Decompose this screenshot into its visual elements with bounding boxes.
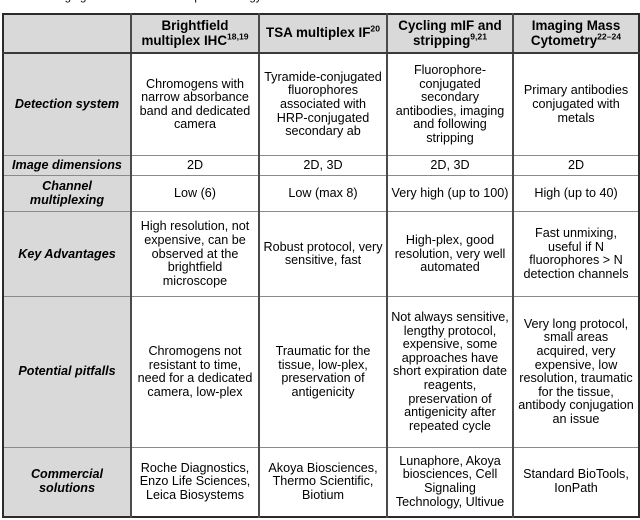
page-root: Table 1. Imaging-based methods for spati… (0, 0, 640, 520)
row-label-image-dimensions: Image dimensions (2, 155, 132, 176)
cell-key-advantages-tsa: Robust protocol, very sensitive, fast (258, 211, 388, 298)
cell-commercial-solutions-cycling-mif: Lunaphore, Akoya biosciences, Cell Signa… (386, 446, 514, 518)
column-header-brightfield-multiplex-ihc: Brightfield multiplex IHC18,19 (130, 13, 260, 55)
cell-commercial-solutions-tsa: Akoya Biosciences, Thermo Scientific, Bi… (258, 446, 388, 518)
column-header-label: TSA multiplex IF (266, 25, 371, 41)
cell-detection-system-tsa: Tyramide-conjugated fluorophores associa… (258, 52, 388, 157)
row-label-commercial-solutions: Commercial solutions (2, 446, 132, 518)
table-row-key-advantages: Key Advantages High resolution, not expe… (2, 211, 640, 298)
row-label-channel-multiplexing: Channel multiplexing (2, 174, 132, 213)
row-label-potential-pitfalls: Potential pitfalls (2, 296, 132, 448)
cell-channel-multiplexing-brightfield: Low (6) (130, 174, 260, 213)
cell-potential-pitfalls-cycling-mif: Not always sensitive, lengthy protocol, … (386, 296, 514, 448)
figure-caption: Table 1. Imaging-based methods for spati… (0, 0, 640, 4)
column-header-rowlabel (2, 13, 132, 55)
cell-key-advantages-brightfield: High resolution, not expensive, can be o… (130, 211, 260, 298)
citation-ref: 20 (370, 24, 380, 35)
citation-ref: 18,19 (227, 31, 249, 42)
cell-detection-system-imc: Primary antibodies conjugated with metal… (512, 52, 640, 157)
table-row-channel-multiplexing: Channel multiplexing Low (6) Low (max 8)… (2, 174, 640, 213)
cell-commercial-solutions-brightfield: Roche Diagnostics, Enzo Life Sciences, L… (130, 446, 260, 518)
methods-comparison-table: Brightfield multiplex IHC18,19 TSA multi… (2, 13, 640, 518)
table-header-row: Brightfield multiplex IHC18,19 TSA multi… (2, 13, 640, 55)
cell-key-advantages-cycling-mif: High-plex, good resolution, very well au… (386, 211, 514, 298)
table-row-image-dimensions: Image dimensions 2D 2D, 3D 2D, 3D 2D (2, 155, 640, 176)
table-row-commercial-solutions: Commercial solutions Roche Diagnostics, … (2, 446, 640, 518)
cell-image-dimensions-tsa: 2D, 3D (258, 155, 388, 176)
cell-commercial-solutions-imc: Standard BioTools, IonPath (512, 446, 640, 518)
column-header-imaging-mass-cytometry: Imaging Mass Cytometry22–24 (512, 13, 640, 55)
citation-ref: 22–24 (597, 31, 622, 42)
cell-channel-multiplexing-imc: High (up to 40) (512, 174, 640, 213)
cell-potential-pitfalls-brightfield: Chromogens not resistant to time, need f… (130, 296, 260, 448)
column-header-label: Brightfield multiplex IHC (141, 18, 229, 48)
table-body: Brightfield multiplex IHC18,19 TSA multi… (2, 13, 640, 518)
row-label-detection-system: Detection system (2, 52, 132, 157)
cell-image-dimensions-cycling-mif: 2D, 3D (386, 155, 514, 176)
cell-potential-pitfalls-tsa: Traumatic for the tissue, low-plex, pres… (258, 296, 388, 448)
cell-image-dimensions-imc: 2D (512, 155, 640, 176)
row-label-key-advantages: Key Advantages (2, 211, 132, 298)
cell-detection-system-brightfield: Chromogens with narrow absorbance band a… (130, 52, 260, 157)
table-row-potential-pitfalls: Potential pitfalls Chromogens not resist… (2, 296, 640, 448)
cell-channel-multiplexing-cycling-mif: Very high (up to 100) (386, 174, 514, 213)
column-header-cycling-mif-and-stripping: Cycling mIF and stripping9,21 (386, 13, 514, 55)
cell-detection-system-cycling-mif: Fluorophore-conjugated secondary antibod… (386, 52, 514, 157)
cell-image-dimensions-brightfield: 2D (130, 155, 260, 176)
cell-potential-pitfalls-imc: Very long protocol, small areas acquired… (512, 296, 640, 448)
comparison-table-container: Brightfield multiplex IHC18,19 TSA multi… (2, 13, 640, 518)
cell-channel-multiplexing-tsa: Low (max 8) (258, 174, 388, 213)
citation-ref: 9,21 (470, 31, 487, 42)
table-row-detection-system: Detection system Chromogens with narrow … (2, 52, 640, 157)
column-header-tsa-multiplex-if: TSA multiplex IF20 (258, 13, 388, 55)
cell-key-advantages-imc: Fast unmixing, useful if N fluorophores … (512, 211, 640, 298)
